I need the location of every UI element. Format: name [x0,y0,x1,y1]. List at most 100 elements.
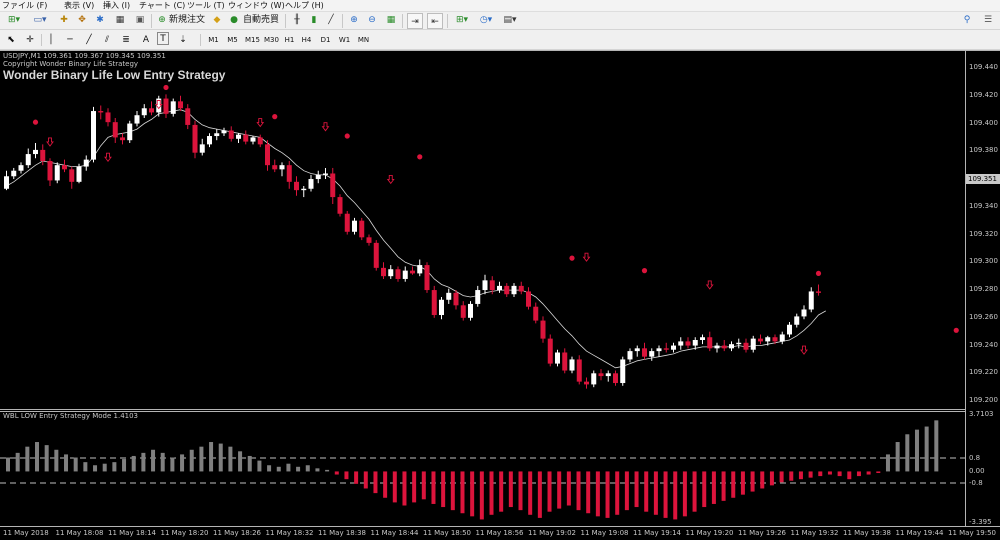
histogram-bar [566,471,571,506]
tile-windows-icon[interactable]: ▦ [384,12,398,28]
candle-body [765,337,771,342]
candle-body [112,122,118,138]
candle-body [62,165,67,170]
candle-body [33,149,38,155]
histogram-bar [518,471,523,511]
indicators-icon[interactable]: ⊞▾ [451,12,473,28]
histogram-bar [257,460,262,472]
histogram-bar [412,471,417,503]
histogram-bar [247,455,252,472]
indicator-scale-upper: 0.8 [969,454,981,462]
community-icon[interactable]: ☰ [982,12,994,28]
candle-body [257,137,263,145]
vertical-line-icon[interactable]: │ [45,32,57,48]
histogram-bar [170,457,175,472]
menu-bar: ファイル (F) 表示 (V) 挿入 (I) チャート (C) ツール (T) … [0,0,1000,12]
histogram-bar [112,462,117,472]
menu-item-chart[interactable]: チャート (C) [139,0,185,12]
chart-copyright: Copyright Wonder Binary Life Strategy [3,60,139,68]
histogram-bar [779,471,784,483]
zoom-out-icon[interactable]: ⊖ [365,12,379,28]
candle-body [497,285,502,291]
candle-body [424,265,430,291]
candle-body [308,179,314,189]
navigator-icon[interactable]: ✱ [93,12,107,28]
histogram-bar [73,457,78,472]
timeframe-h1[interactable]: H1 [282,32,297,48]
zoom-in-icon[interactable]: ⊕ [347,12,361,28]
histogram-bar [402,471,407,506]
menu-item-file[interactable]: ファイル (F) [2,0,47,12]
candle-body [605,373,611,377]
toolbar-separator [285,14,286,28]
chart-canvas[interactable] [0,50,1000,540]
signal-dot [417,154,423,160]
chart-shift-icon[interactable]: ⇤ [427,13,443,29]
signal-arrow [104,152,112,162]
price-tick-label: 109.400 [969,118,998,127]
candle-body [569,359,575,371]
signal-dot [569,255,575,261]
histogram-bar [576,471,581,511]
bar-chart-icon[interactable]: ╫ [290,12,304,28]
toolbar-separator [447,14,448,28]
menu-item-insert[interactable]: 挿入 (I) [103,0,130,12]
time-tick-label: 11 May 19:20 [685,529,734,537]
tester-icon[interactable]: ▣ [133,12,147,28]
data-window-icon[interactable]: ✥ [75,12,89,28]
new-order-button[interactable]: 新規注文 [169,12,207,28]
profiles-icon[interactable]: ▭▾ [29,12,51,28]
timeframe-m30[interactable]: M30 [262,32,281,48]
line-chart-icon[interactable]: ╱ [324,12,338,28]
timeframe-mn[interactable]: MN [355,32,372,48]
candle-body [656,348,662,352]
timeframe-m15[interactable]: M15 [243,32,262,48]
templates-icon[interactable]: ▤▾ [499,12,521,28]
candle-body [228,130,234,139]
arrow-tool-icon[interactable]: ⇣ [175,32,191,48]
histogram-bar [615,471,620,515]
candle-body [134,115,140,124]
market-watch-icon[interactable]: ✚ [57,12,71,28]
trendline-icon[interactable]: ╱ [83,32,95,48]
search-icon[interactable]: ⚲ [961,12,973,28]
meta-editor-icon[interactable]: ◆ [210,12,224,28]
menu-item-view[interactable]: 表示 (V) [64,0,94,12]
periods-icon[interactable]: ◷▾ [475,12,497,28]
signal-arrow [256,118,265,128]
auto-scroll-icon[interactable]: ⇥ [407,13,423,29]
candle-body [460,305,466,318]
timeframe-d1[interactable]: D1 [318,32,333,48]
timeframe-w1[interactable]: W1 [337,32,352,48]
timeframe-h4[interactable]: H4 [299,32,314,48]
text-label-icon[interactable]: T [157,32,169,45]
time-tick-label: 11 May 19:08 [580,529,629,537]
time-tick-label: 11 May 18:32 [265,529,314,537]
text-icon[interactable]: A [140,32,152,48]
candle-body [468,303,473,318]
horizontal-line-icon[interactable]: ─ [64,32,76,48]
histogram-bar [895,442,900,472]
new-chart-icon[interactable]: ⊞▾ [3,12,25,28]
timeframe-m1[interactable]: M1 [205,32,222,48]
signal-markers [32,84,959,355]
histogram-bar [876,471,881,473]
cursor-icon[interactable]: ⬉ [5,32,17,48]
candlestick-icon[interactable]: ▮ [307,12,321,28]
channel-icon[interactable]: ⫽ [101,32,113,48]
time-tick-label: 11 May 18:56 [475,529,524,537]
terminal-icon[interactable]: ▦ [113,12,127,28]
histogram-bar [644,471,649,512]
menu-item-tools[interactable]: ツール (T) [187,0,225,12]
auto-trade-button[interactable]: 自動売買 [243,12,281,28]
histogram-bar [624,471,629,511]
menu-item-help[interactable]: ヘルプ (H) [285,0,324,12]
candle-body [787,324,792,335]
fibonacci-icon[interactable]: ≣ [120,32,132,48]
timeframe-m5[interactable]: M5 [224,32,241,48]
candle-body [475,290,481,304]
chart-window[interactable]: USDJPY,M1 109.361 109.367 109.345 109.35… [0,50,1000,540]
menu-item-window[interactable]: ウィンドウ (W) [228,0,285,12]
crosshair-icon[interactable]: ✛ [24,32,36,48]
histogram-bar [692,471,697,512]
